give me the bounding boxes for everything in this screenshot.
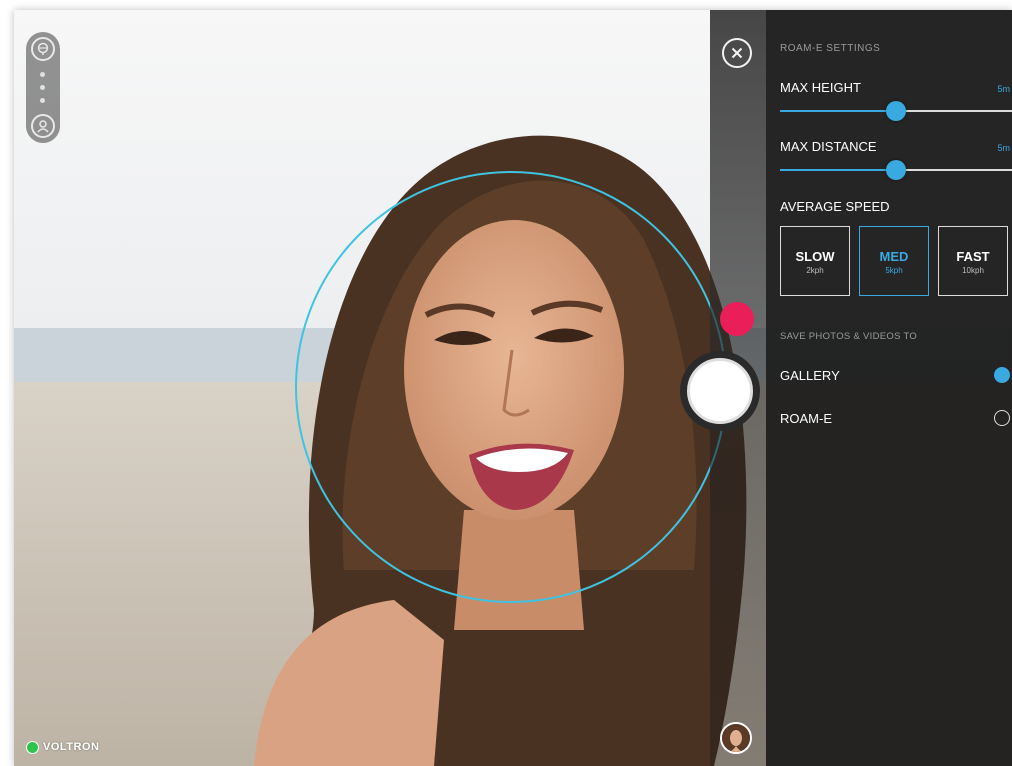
speed-option-value: 2kph bbox=[806, 266, 824, 275]
speed-option-fast[interactable]: FAST 10kph bbox=[938, 226, 1008, 296]
average-speed-label: AVERAGE SPEED bbox=[780, 199, 890, 214]
status-dot bbox=[26, 740, 39, 754]
record-button[interactable] bbox=[720, 302, 754, 336]
slider-fill bbox=[780, 169, 896, 171]
brand-badge: VOLTRON bbox=[26, 738, 99, 756]
speed-option-name: SLOW bbox=[795, 249, 835, 264]
mini-toolbar bbox=[26, 32, 60, 143]
max-height-value: 5m bbox=[997, 84, 1010, 94]
toolbar-dot bbox=[40, 85, 45, 90]
max-height-label: MAX HEIGHT bbox=[780, 80, 861, 95]
toolbar-dot bbox=[40, 98, 45, 103]
slider-handle[interactable] bbox=[886, 160, 906, 180]
app-screen: ROAM-E SETTINGS MAX HEIGHT 5m MAX DISTAN… bbox=[14, 10, 1012, 766]
speed-option-value: 5kph bbox=[885, 266, 903, 275]
gallery-radio[interactable] bbox=[994, 367, 1010, 383]
close-button[interactable] bbox=[722, 38, 752, 68]
settings-panel: ROAM-E SETTINGS MAX HEIGHT 5m MAX DISTAN… bbox=[766, 10, 1012, 766]
max-distance-label: MAX DISTANCE bbox=[780, 139, 877, 154]
speed-option-value: 10kph bbox=[962, 266, 984, 275]
speed-option-name: MED bbox=[879, 249, 909, 264]
save-to-label: SAVE PHOTOS & VIDEOS TO bbox=[780, 331, 918, 342]
max-distance-slider[interactable] bbox=[780, 160, 1012, 180]
avatar[interactable] bbox=[720, 722, 752, 754]
speed-option-name: FAST bbox=[956, 249, 990, 264]
save-option-gallery-label[interactable]: GALLERY bbox=[780, 368, 840, 383]
max-distance-value: 5m bbox=[997, 143, 1010, 153]
settings-title: ROAM-E SETTINGS bbox=[780, 43, 881, 54]
slider-fill bbox=[780, 110, 896, 112]
toolbar-dot bbox=[40, 72, 45, 77]
speed-option-slow[interactable]: SLOW 2kph bbox=[780, 226, 850, 296]
speed-option-med[interactable]: MED 5kph bbox=[859, 226, 929, 296]
eye-icon[interactable] bbox=[31, 37, 55, 61]
shutter-button[interactable] bbox=[687, 358, 753, 424]
close-icon bbox=[731, 47, 743, 59]
save-option-roame-label[interactable]: ROAM-E bbox=[780, 411, 832, 426]
brand-name: VOLTRON bbox=[43, 741, 100, 753]
person-icon[interactable] bbox=[31, 114, 55, 138]
roame-radio[interactable] bbox=[994, 410, 1010, 426]
max-height-slider[interactable] bbox=[780, 101, 1012, 121]
slider-handle[interactable] bbox=[886, 101, 906, 121]
